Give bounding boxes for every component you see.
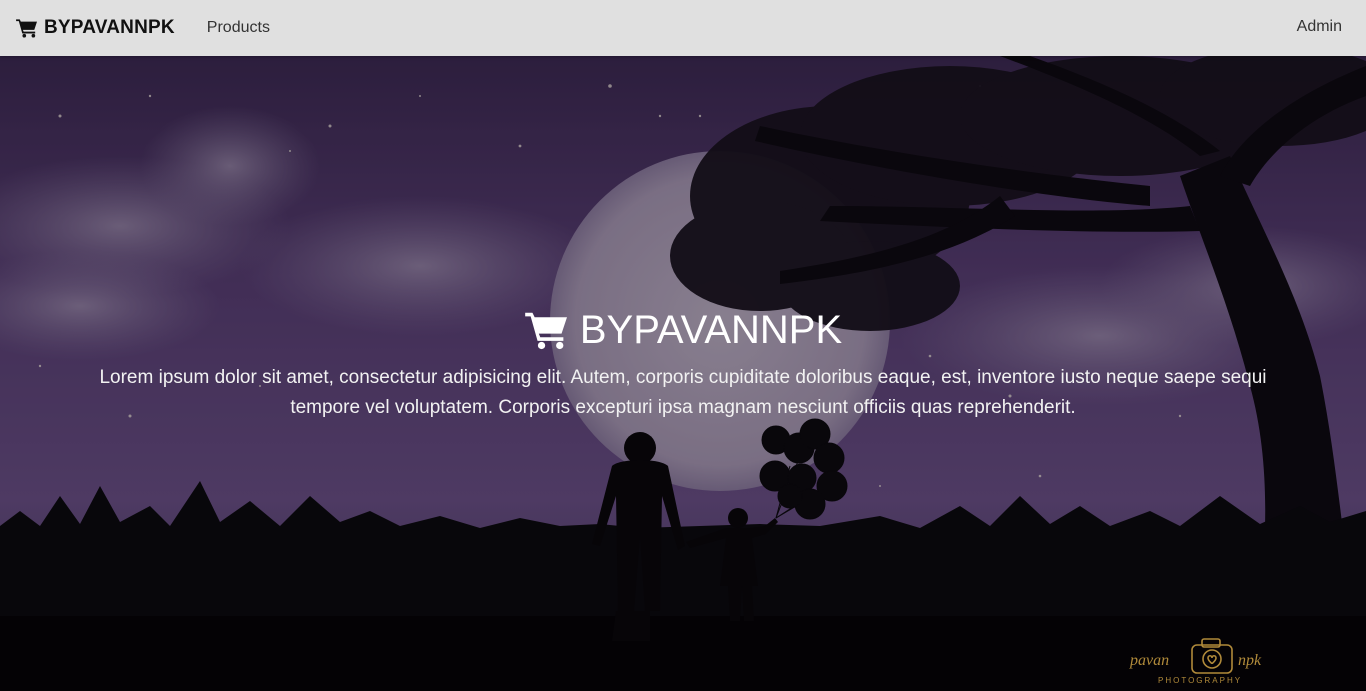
- navbar: BYPAVANNPK Products Admin: [0, 0, 1366, 56]
- photography-watermark-logo: pavan npk PHOTOGRAPHY: [1129, 638, 1262, 685]
- brand-link[interactable]: BYPAVANNPK: [16, 17, 175, 39]
- brand-name: BYPAVANNPK: [44, 17, 175, 38]
- watermark-subtitle: PHOTOGRAPHY: [1158, 676, 1242, 685]
- nav-link-admin[interactable]: Admin: [1297, 18, 1342, 36]
- shopping-cart-icon: [524, 310, 570, 350]
- watermark-text-left: pavan: [1129, 652, 1169, 669]
- hero-description: Lorem ipsum dolor sit amet, consectetur …: [99, 367, 1267, 418]
- hero-content: BYPAVANNPK Lorem ipsum dolor sit amet, c…: [0, 306, 1366, 423]
- nav-link-products[interactable]: Products: [207, 19, 270, 37]
- watermark-text-right: npk: [1238, 652, 1262, 669]
- shopping-cart-icon: [16, 18, 38, 38]
- hero-title: BYPAVANNPK: [524, 306, 842, 354]
- hero-title-text: BYPAVANNPK: [579, 308, 843, 352]
- hero-section: BYPAVANNPK Lorem ipsum dolor sit amet, c…: [0, 56, 1366, 691]
